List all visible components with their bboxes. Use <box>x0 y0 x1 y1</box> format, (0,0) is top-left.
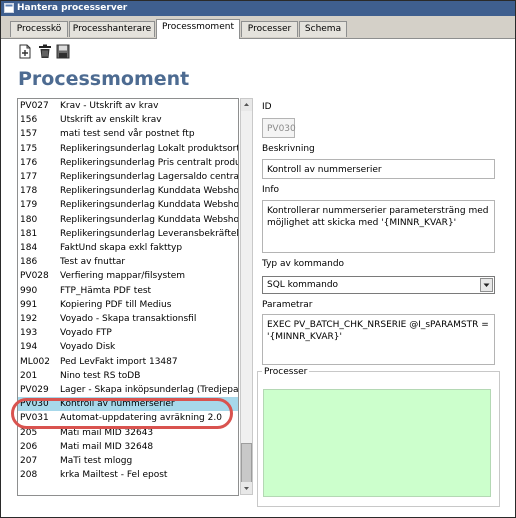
list-item[interactable]: 175 Repliker­ingsunderlag Lokalt produkts… <box>18 142 238 156</box>
list-item-name: Test av fnuttar <box>60 257 126 268</box>
list-item[interactable]: 186 Test av fnuttar <box>18 255 238 269</box>
highlight-callout <box>11 398 233 429</box>
list-item-name: krka Mailtest - Fel epost <box>60 470 168 481</box>
scroll-thumb[interactable] <box>241 443 252 483</box>
id-label: ID <box>262 102 272 112</box>
list-item[interactable]: 207 MaTi test mlogg <box>18 454 238 468</box>
chevron-down-icon <box>244 487 249 490</box>
tab-schema[interactable]: Schema <box>299 21 347 37</box>
list-item[interactable]: 180Replikeringsunderlag Kunddata Webshop… <box>18 213 238 227</box>
list-item-name: Ped LevFakt import 13487 <box>60 356 178 367</box>
new-icon[interactable] <box>18 44 32 59</box>
tab-strip: Processkö Processhanterare Processmoment… <box>1 16 515 39</box>
list-item-name: FaktUnd skapa exkl fakttyp <box>60 243 183 253</box>
list-item-name: mati test send vår postnet ftp <box>60 129 195 140</box>
process-moment-list[interactable]: PV027 Krav - Utskrift av krav 156 Utskrift … <box>17 98 239 496</box>
list-item-name: Voyado FTP <box>60 328 112 339</box>
chevron-up-icon <box>244 103 249 106</box>
info-label: Info <box>262 185 280 195</box>
typ-av-kommando-label: Typ av kommando <box>262 259 345 269</box>
list-item[interactable]: 206 Mati mail MID 32648 <box>18 440 238 454</box>
window-icon <box>4 3 14 13</box>
id-field: PV030 <box>262 118 296 138</box>
page-title: Processmoment <box>18 68 190 90</box>
list-item-name: Replikeringsunderlag Leveransbekräftelse… <box>60 228 238 239</box>
list-item-name: Lager - Skapa inköpsunderlag (Tredjepart… <box>60 385 238 395</box>
list-item-name: Replikeringsunderlag Pris centralt produ… <box>60 157 238 168</box>
list-item[interactable]: 991 Kopiering PDF till Medius <box>18 298 238 312</box>
list-item[interactable]: ML002 Ped LevFakt import 13487 <box>18 355 238 369</box>
list-item-name: Replikeringsunderlag Kunddata Webshop (M… <box>60 186 238 197</box>
list-item[interactable]: 157 mati test send vår postnet ftp <box>18 127 238 141</box>
list-item[interactable]: 193 Voyado FTP <box>18 326 238 340</box>
tab-processko[interactable]: Processkö <box>10 21 68 37</box>
beskrivning-field[interactable]: Kontroll av nummerserier <box>262 159 495 179</box>
list-item-name: MaTi test mlogg <box>60 456 133 466</box>
typ-av-kommando-select[interactable]: SQL kommando <box>262 276 495 294</box>
title-bar: Hantera processerver <box>1 1 515 16</box>
list-item[interactable]: 192 Voyado - Skapa transaktionsfil <box>18 312 238 326</box>
list-item[interactable]: PV029 Lager - Skapa inköpsunderlag (Tredj… <box>18 383 238 397</box>
list-item-name: Voyado - Skapa transaktionsfil <box>60 314 197 324</box>
list-item-name: Replikeringsunderlag Lagersaldo centralt… <box>60 172 238 182</box>
tab-processhanterare[interactable]: Processhanterare <box>69 21 155 37</box>
list-item-name: Utskrift av enskilt krav <box>60 115 162 126</box>
list-item-name: Kopiering PDF till Medius <box>60 299 172 310</box>
list-item-name: Krav - Utskrift av krav <box>60 101 159 111</box>
tab-processmoment[interactable]: Processmoment <box>156 19 240 39</box>
list-item-name: Replikeringsunderlag Kunddata Webshop (M… <box>60 200 238 211</box>
list-item[interactable]: 990 FTP_Hämta PDF test <box>18 284 238 298</box>
list-item[interactable]: 177 Replikeringsunderlag Lagersaldo centr… <box>18 170 238 184</box>
list-item-name: Nino test RS toDB <box>60 370 141 381</box>
list-item-name: Repliker­ingsunderlag Lokalt produktsort… <box>60 143 238 154</box>
tab-processer[interactable]: Processer <box>241 21 298 37</box>
window-title: Hantera processerver <box>17 3 128 13</box>
list-item[interactable]: 184 FaktUnd skapa exkl fakttyp <box>18 241 238 255</box>
list-item[interactable]: 176 Replikeringsunderlag Pris centralt pr… <box>18 156 238 170</box>
info-field[interactable]: Kontrollerar nummerserier parametersträn… <box>262 200 495 253</box>
list-item[interactable]: PV028 Verfiering mappar/filsystem <box>18 269 238 283</box>
beskrivning-label: Beskrivning <box>262 144 315 154</box>
list-item[interactable]: 208 krka Mailtest - Fel epost <box>18 468 238 482</box>
app-window: Hantera processerver Processkö Processha… <box>0 0 516 518</box>
list-item[interactable]: 194 Voyado Disk <box>18 340 238 354</box>
list-item[interactable]: PV027 Krav - Utskrift av krav <box>18 99 238 113</box>
list-item[interactable]: 178Replikeringsunderlag Kunddata Webshop… <box>18 184 238 198</box>
list-item[interactable]: 179Replikeringsunderlag Kunddata Webshop… <box>18 198 238 212</box>
list-item[interactable]: 201 Nino test RS toDB <box>18 369 238 383</box>
delete-icon[interactable] <box>38 44 52 59</box>
parametrar-label: Parametrar <box>262 300 313 310</box>
scroll-down-button[interactable] <box>241 482 252 494</box>
list-scrollbar[interactable] <box>240 98 253 495</box>
list-item[interactable]: 181 Replikeringsunderlag Leveransbekräfte… <box>18 227 238 241</box>
list-item[interactable]: 156 Utskrift av enskilt krav <box>18 113 238 127</box>
list-item-name: Replikeringsunderlag Kunddata Webshop (M… <box>60 214 238 225</box>
typ-av-kommando-value: SQL kommando <box>267 280 339 290</box>
chevron-down-icon <box>483 283 490 287</box>
save-icon[interactable] <box>56 44 70 59</box>
list-item-name: Voyado Disk <box>60 342 116 353</box>
processer-list[interactable] <box>263 389 491 497</box>
processer-label: Processer <box>262 367 310 377</box>
parametrar-field[interactable]: EXEC PV_BATCH_CHK_NRSERIE @I_sPARAMSTR =… <box>262 314 495 365</box>
list-item-name: FTP_Hämta PDF test <box>60 285 152 296</box>
dropdown-button[interactable] <box>480 278 493 292</box>
list-item-name: Verfiering mappar/filsystem <box>60 271 186 282</box>
list-item-name: Mati mail MID 32648 <box>60 441 154 452</box>
scroll-up-button[interactable] <box>241 99 252 111</box>
toolbar <box>1 39 515 67</box>
